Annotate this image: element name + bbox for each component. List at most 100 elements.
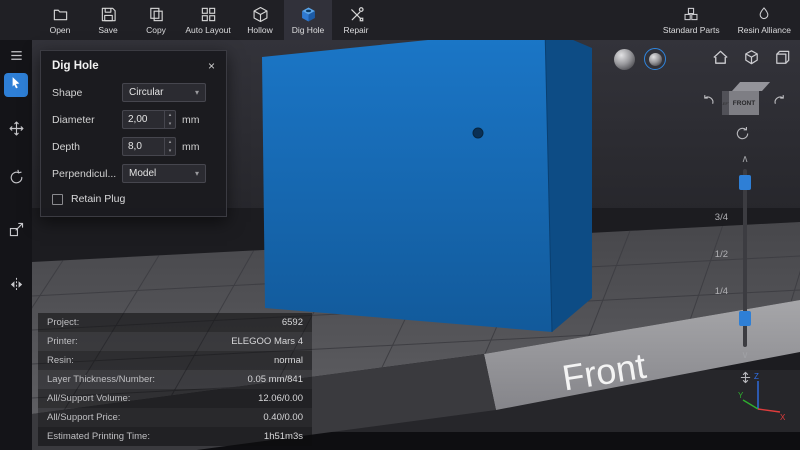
toolbar-item-label: Resin Alliance: [738, 25, 791, 35]
auto-layout-button[interactable]: Auto Layout: [180, 0, 236, 40]
orbit-right-arrow[interactable]: [773, 94, 786, 107]
mirror-tool-button[interactable]: [4, 275, 28, 299]
retain-plug-checkbox[interactable]: [52, 194, 63, 205]
x-axis: [758, 409, 780, 412]
spin-down-button[interactable]: ▾: [165, 120, 175, 129]
info-row: All/Support Volume: 12.06/0.00: [38, 389, 312, 408]
info-row: Layer Thickness/Number: 0.05 mm/841: [38, 370, 312, 389]
toolbar-item-label: Copy: [146, 25, 166, 35]
render-mode-group: [614, 48, 666, 70]
stepper-buttons: ▴ ▾: [164, 111, 175, 128]
orbit-left-arrow[interactable]: [702, 94, 715, 107]
info-row: Printer: ELEGOO Mars 4: [38, 332, 312, 351]
scale-tool-button[interactable]: [4, 220, 28, 244]
close-icon[interactable]: ×: [208, 61, 215, 71]
select-value: Circular: [129, 87, 163, 98]
dig-hole-panel: Dig Hole × Shape Circular ▾ Diameter 2,0…: [40, 50, 227, 217]
toolbar-item-label: Hollow: [247, 25, 273, 35]
model-cube[interactable]: [262, 40, 592, 332]
toolbar-item-label: Standard Parts: [663, 25, 720, 35]
info-label: Printer:: [47, 336, 78, 347]
depth-input[interactable]: 8,0 ▴ ▾: [122, 137, 176, 156]
top-toolbar: Open Save Copy Auto Layout Hollow: [0, 0, 800, 40]
panel-title: Dig Hole: [52, 60, 99, 72]
perpendicular-row: Perpendicul... Model ▾: [41, 160, 226, 187]
toolbar-item-label: Auto Layout: [185, 25, 230, 35]
open-button[interactable]: Open: [36, 0, 84, 40]
standard-parts-icon: [683, 5, 699, 23]
info-value: 6592: [282, 317, 303, 328]
view-cube-front-face[interactable]: FRONT: [729, 91, 759, 115]
stepper-buttons: ▴ ▾: [164, 138, 175, 155]
dig-hole-button[interactable]: Dig Hole: [284, 0, 332, 40]
hollow-button[interactable]: Hollow: [236, 0, 284, 40]
orthographic-view-button[interactable]: [773, 48, 792, 67]
field-label: Perpendicul...: [52, 168, 118, 180]
x-axis-label: X: [780, 413, 786, 421]
chevron-down-icon[interactable]: ∨: [741, 350, 748, 362]
field-label: Diameter: [52, 114, 118, 126]
info-value: 0.05 mm/841: [248, 374, 303, 385]
view-cube-top-face[interactable]: [732, 82, 770, 91]
menu-button[interactable]: [4, 46, 28, 70]
print-info-panel: Project: 6592 Printer: ELEGOO Mars 4 Res…: [38, 313, 312, 446]
field-label: Depth: [52, 141, 118, 153]
save-button[interactable]: Save: [84, 0, 132, 40]
clip-slider[interactable]: [738, 169, 752, 347]
standard-parts-button[interactable]: Standard Parts: [654, 0, 729, 40]
spin-up-button[interactable]: ▴: [165, 111, 175, 120]
home-view-button[interactable]: [711, 48, 730, 67]
info-row: Resin: normal: [38, 351, 312, 370]
mirror-icon: [8, 276, 25, 298]
select-tool-button[interactable]: [4, 73, 28, 97]
view-cube-widget: LEFT FRONT: [692, 76, 796, 124]
move-tool-button[interactable]: [4, 119, 28, 143]
app-window: Open Save Copy Auto Layout Hollow: [0, 0, 800, 450]
sphere-icon: [649, 53, 662, 66]
spin-up-button[interactable]: ▴: [165, 138, 175, 147]
info-label: Layer Thickness/Number:: [47, 374, 155, 385]
y-axis-label: Y: [738, 391, 744, 400]
y-axis: [743, 400, 758, 409]
info-label: Resin:: [47, 355, 74, 366]
diameter-input[interactable]: 2,00 ▴ ▾: [122, 110, 176, 129]
cursor-arrow-icon: [8, 75, 24, 96]
info-value: normal: [274, 355, 303, 366]
toolbar-item-label: Dig Hole: [292, 25, 325, 35]
retain-plug-row: Retain Plug: [41, 189, 226, 216]
unit-label: mm: [182, 141, 206, 153]
fraction-label: 1/4: [715, 286, 728, 298]
perspective-view-button[interactable]: [742, 48, 761, 67]
info-label: All/Support Price:: [47, 412, 120, 423]
info-label: Project:: [47, 317, 79, 328]
shape-select[interactable]: Circular ▾: [122, 83, 206, 102]
view-cube[interactable]: LEFT FRONT: [722, 82, 766, 118]
view-cube-left-face[interactable]: LEFT: [722, 91, 729, 115]
tool-sidebar: [0, 40, 32, 450]
slider-handle-top[interactable]: [739, 175, 751, 190]
resin-alliance-button[interactable]: Resin Alliance: [729, 0, 800, 40]
info-value: 1h51m3s: [264, 431, 303, 442]
diameter-row: Diameter 2,00 ▴ ▾ mm: [41, 106, 226, 133]
unit-label: mm: [182, 114, 206, 126]
copy-button[interactable]: Copy: [132, 0, 180, 40]
render-mode-selected-button[interactable]: [644, 48, 666, 70]
spin-down-button[interactable]: ▾: [165, 147, 175, 156]
chevron-up-icon[interactable]: ∧: [741, 154, 748, 166]
repair-button[interactable]: Repair: [332, 0, 380, 40]
info-value: 0.40/0.00: [263, 412, 303, 423]
scale-icon: [8, 221, 25, 243]
dig-hole-marker[interactable]: [473, 128, 483, 138]
hamburger-menu-icon: [8, 47, 25, 69]
reset-orbit-button[interactable]: [735, 126, 750, 146]
shape-row: Shape Circular ▾: [41, 79, 226, 106]
auto-layout-icon: [200, 5, 217, 23]
copy-icon: [148, 5, 165, 23]
perpendicular-select[interactable]: Model ▾: [122, 164, 206, 183]
rotate-tool-button[interactable]: [4, 168, 28, 192]
chevron-down-icon: ▾: [195, 169, 199, 178]
panel-header: Dig Hole ×: [41, 51, 226, 79]
render-mode-solid-button[interactable]: [614, 49, 635, 70]
checkbox-label: Retain Plug: [71, 193, 125, 205]
slider-handle-bottom[interactable]: [739, 311, 751, 326]
